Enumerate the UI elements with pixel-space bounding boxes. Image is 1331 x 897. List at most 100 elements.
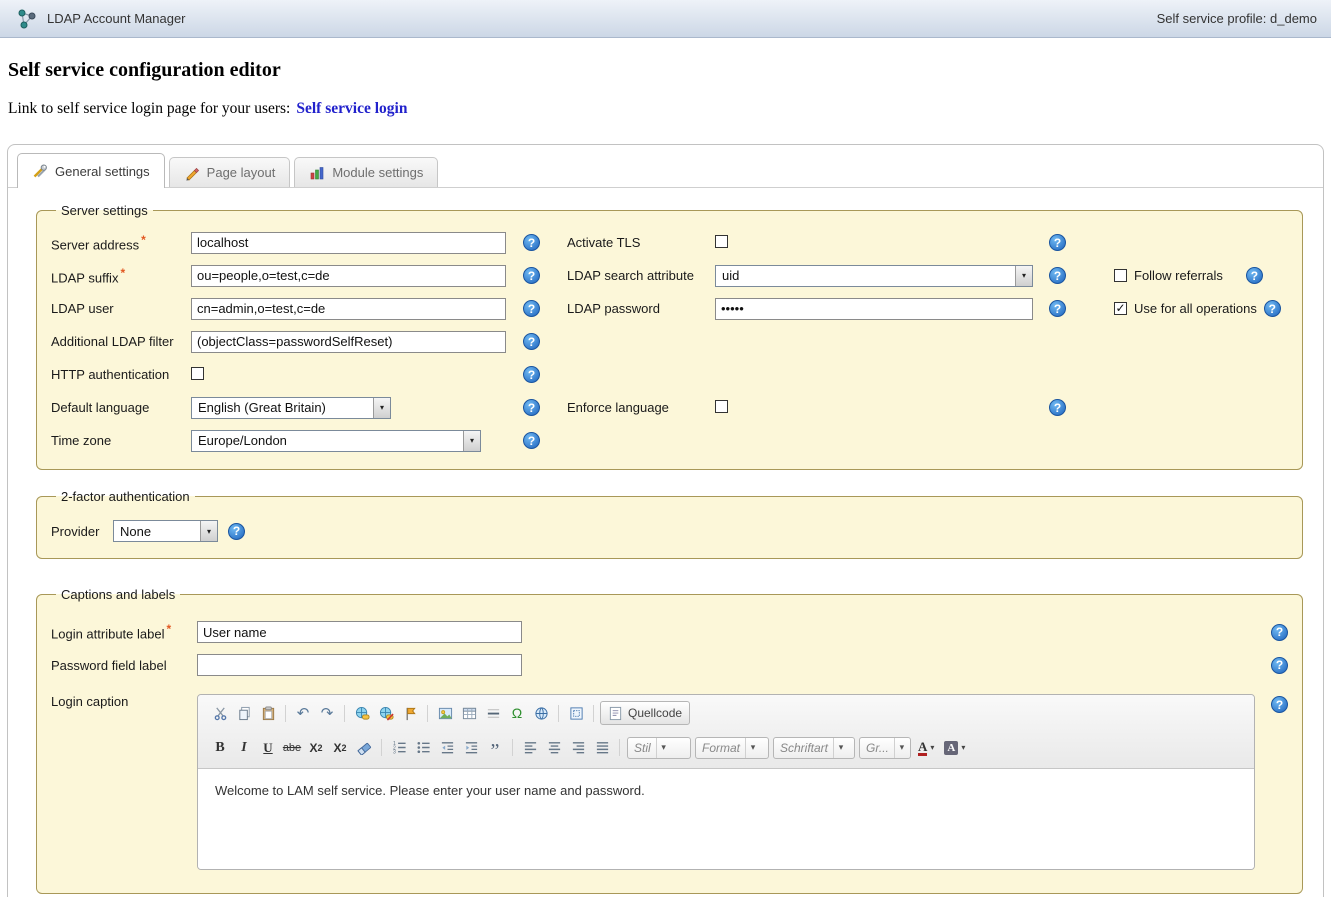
chevron-down-icon[interactable]: ▾ [463, 431, 480, 451]
help-icon[interactable]: ? [1271, 657, 1288, 674]
globe-icon [534, 706, 549, 721]
indent-icon [464, 740, 479, 755]
table-button[interactable] [458, 702, 480, 724]
indent-button[interactable] [460, 737, 482, 759]
login-link-line: Link to self service login page for your… [8, 100, 1331, 118]
activate-tls-checkbox[interactable]: ✓ [715, 235, 728, 248]
styles-combo[interactable]: Stil▾ [627, 737, 691, 759]
tab-module-settings[interactable]: Module settings [294, 157, 438, 187]
help-icon[interactable]: ? [1264, 300, 1281, 317]
help-icon[interactable]: ? [523, 432, 540, 449]
time-zone-select[interactable]: Europe/London▾ [191, 430, 481, 452]
blockquote-button[interactable]: ” [484, 740, 506, 762]
outdent-button[interactable] [436, 737, 458, 759]
text-color-button[interactable]: A▾ [914, 737, 938, 759]
strikethrough-button[interactable]: abe [281, 737, 303, 759]
format-combo[interactable]: Format▾ [695, 737, 769, 759]
subscript-button[interactable]: X2 [305, 737, 327, 759]
app-title: LDAP Account Manager [47, 11, 186, 26]
help-icon[interactable]: ? [1049, 300, 1066, 317]
help-icon[interactable]: ? [523, 234, 540, 251]
tools-icon [32, 163, 48, 179]
maximize-button[interactable] [565, 702, 587, 724]
server-address-input[interactable] [191, 232, 506, 254]
chevron-down-icon[interactable]: ▾ [1015, 266, 1032, 286]
align-justify-icon [595, 740, 610, 755]
help-icon[interactable]: ? [1271, 624, 1288, 641]
undo-button[interactable]: ↶ [292, 702, 314, 724]
follow-referrals-checkbox[interactable]: ✓ [1114, 269, 1127, 282]
http-authentication-checkbox[interactable]: ✓ [191, 367, 204, 380]
align-center-button[interactable] [543, 737, 565, 759]
help-icon[interactable]: ? [1271, 696, 1288, 713]
ldap-search-attribute-select[interactable]: uid▾ [715, 265, 1033, 287]
provider-select[interactable]: None▾ [113, 520, 218, 542]
iframe-button[interactable] [530, 702, 552, 724]
remove-format-button[interactable] [353, 737, 375, 759]
italic-button[interactable]: I [233, 737, 255, 759]
image-button[interactable] [434, 702, 456, 724]
help-icon[interactable]: ? [1049, 234, 1066, 251]
server-settings-fieldset: Server settings Server address* ? Activa… [36, 203, 1303, 470]
toolbar-separator [344, 705, 345, 722]
background-color-button[interactable]: A▾ [940, 737, 969, 759]
paste-button[interactable] [257, 702, 279, 724]
ldap-user-input[interactable] [191, 298, 506, 320]
additional-ldap-filter-input[interactable] [191, 331, 506, 353]
copy-button[interactable] [233, 702, 255, 724]
special-char-button[interactable]: Ω [506, 702, 528, 724]
ldap-suffix-input[interactable] [191, 265, 506, 287]
use-for-all-operations-checkbox[interactable]: ✓ [1114, 302, 1127, 315]
password-field-label: Password field label [51, 658, 167, 673]
align-right-button[interactable] [567, 737, 589, 759]
ldap-user-label: LDAP user [51, 301, 114, 316]
password-field-label-input[interactable] [197, 654, 522, 676]
ldap-password-input[interactable] [715, 298, 1033, 320]
editor-content-area[interactable]: Welcome to LAM self service. Please ente… [198, 769, 1254, 869]
source-button[interactable]: Quellcode [600, 701, 690, 725]
bulleted-list-button[interactable] [412, 737, 434, 759]
anchor-button[interactable] [399, 702, 421, 724]
http-authentication-label: HTTP authentication [51, 367, 169, 382]
help-icon[interactable]: ? [1049, 399, 1066, 416]
align-justify-button[interactable] [591, 737, 613, 759]
additional-ldap-filter-label: Additional LDAP filter [51, 334, 174, 349]
superscript-button[interactable]: X2 [329, 737, 351, 759]
font-combo[interactable]: Schriftart▾ [773, 737, 855, 759]
help-icon[interactable]: ? [523, 366, 540, 383]
help-icon[interactable]: ? [1246, 267, 1263, 284]
help-icon[interactable]: ? [523, 267, 540, 284]
help-icon[interactable]: ? [1049, 267, 1066, 284]
underline-button[interactable]: U [257, 737, 279, 759]
help-icon[interactable]: ? [523, 333, 540, 350]
numbered-list-button[interactable]: 123 [388, 737, 410, 759]
tab-general-settings[interactable]: General settings [17, 153, 165, 188]
self-service-login-link[interactable]: Self service login [296, 100, 407, 117]
enforce-language-checkbox[interactable]: ✓ [715, 400, 728, 413]
form-row: HTTP authentication ✓ ? [51, 358, 1288, 391]
chevron-down-icon[interactable]: ▾ [373, 398, 390, 418]
help-icon[interactable]: ? [523, 399, 540, 416]
chevron-down-icon: ▾ [961, 743, 965, 752]
profile-label: Self service profile: d_demo [1157, 11, 1317, 26]
tab-page-layout[interactable]: Page layout [169, 157, 291, 187]
toolbar-separator [593, 705, 594, 722]
align-left-button[interactable] [519, 737, 541, 759]
horizontal-rule-button[interactable] [482, 702, 504, 724]
login-attribute-input[interactable] [197, 621, 522, 643]
font-size-combo[interactable]: Gr...▾ [859, 737, 911, 759]
help-icon[interactable]: ? [228, 523, 245, 540]
redo-button[interactable]: ↷ [316, 702, 338, 724]
default-language-select[interactable]: English (Great Britain)▾ [191, 397, 391, 419]
help-icon[interactable]: ? [523, 300, 540, 317]
chevron-down-icon[interactable]: ▾ [200, 521, 217, 541]
bold-button[interactable]: B [209, 737, 231, 759]
source-icon [608, 706, 623, 721]
link-button[interactable] [351, 702, 373, 724]
svg-text:3: 3 [392, 750, 395, 755]
unlink-button[interactable] [375, 702, 397, 724]
anchor-flag-icon [403, 706, 418, 721]
pencil-icon [184, 165, 200, 181]
unlink-icon [379, 706, 394, 721]
cut-button[interactable] [209, 702, 231, 724]
